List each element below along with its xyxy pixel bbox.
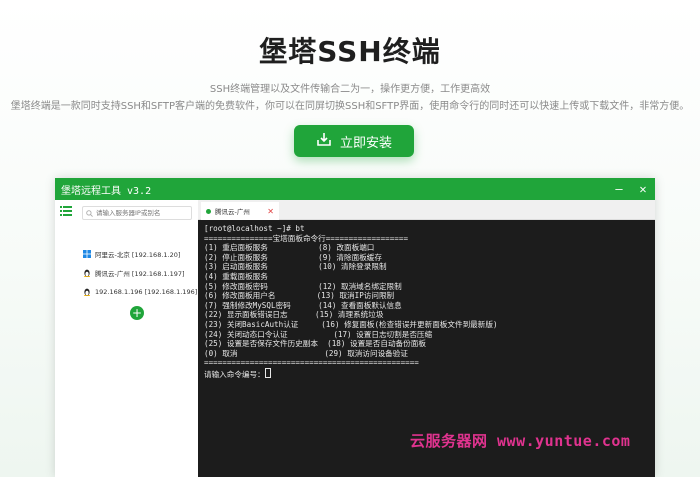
terminal-line: [root@localhost ~]# bt bbox=[204, 224, 305, 233]
add-server-button[interactable]: + bbox=[130, 306, 144, 320]
terminal-line: (24) 关闭动态口令认证 (17) 设置日志切割是否压缩 bbox=[204, 329, 433, 339]
watermark: 云服务器网 www.yuntue.com bbox=[410, 432, 631, 450]
windows-icon bbox=[83, 250, 91, 258]
server-item-label: 腾讯云-广州 [192.168.1.197] bbox=[95, 270, 185, 278]
terminal-output: [root@localhost ~]# bt ===============宝塔面… bbox=[204, 224, 649, 368]
terminal-line: ========================================… bbox=[204, 358, 419, 368]
terminal-line: (7) 强制修改MySQL密码 (14) 查看面板默认信息 bbox=[204, 300, 402, 310]
minimize-button[interactable]: — bbox=[607, 178, 631, 200]
download-icon bbox=[316, 131, 332, 151]
server-item-label: 阿里云-北京 [192.168.1.20] bbox=[95, 251, 181, 259]
terminal-prompt: 请输入命令编号： bbox=[204, 369, 265, 379]
server-item[interactable]: 192.168.1.196 [192.168.1.196] bbox=[83, 284, 198, 300]
tab-bar: 腾讯云-广州 ✕ bbox=[198, 200, 655, 220]
tab-close-icon[interactable]: ✕ bbox=[267, 207, 274, 216]
page-subtitle: SSH终端管理以及文件传输合二为一，操作更方便，工作更高效 bbox=[209, 84, 491, 95]
linux-icon bbox=[84, 288, 90, 296]
title-bar: 堡塔远程工具 v3.2 — ✕ bbox=[55, 178, 655, 200]
server-item[interactable]: 阿里云-北京 [192.168.1.20] bbox=[83, 246, 195, 262]
server-list: 阿里云-北京 [192.168.1.20] 腾讯云-广州 [192.168.1.… bbox=[83, 246, 198, 303]
menu-icon[interactable] bbox=[60, 206, 72, 216]
page-title: 堡塔SSH终端 bbox=[259, 35, 441, 68]
linux-icon bbox=[84, 269, 90, 277]
terminal-line: (0) 取消 (29) 取消访问设备验证 bbox=[204, 348, 408, 358]
tab-status-dot bbox=[206, 208, 211, 214]
terminal-line: ===============宝塔面板命令行================== bbox=[204, 233, 409, 243]
terminal-line: (25) 设置是否保存文件历史副本 (18) 设置是否自动备份面板 bbox=[204, 339, 426, 349]
search-box bbox=[82, 206, 192, 220]
install-button[interactable]: 立即安装 bbox=[294, 125, 414, 157]
terminal-cursor bbox=[264, 367, 271, 378]
server-item-label: 192.168.1.196 [192.168.1.196] bbox=[95, 288, 198, 296]
page-description: 堡塔终端是一款同时支持SSH和SFTP客户端的免费软件，你可以在同屏切换SSH和… bbox=[10, 101, 690, 112]
terminal-line: (2) 停止面板服务 (9) 清除面板缓存 bbox=[204, 252, 382, 262]
terminal-line: (1) 重启面板服务 (8) 改面板端口 bbox=[204, 243, 375, 253]
terminal-line: (4) 重载面板服务 bbox=[204, 271, 268, 281]
server-panel: 阿里云-北京 [192.168.1.20] 腾讯云-广州 [192.168.1.… bbox=[77, 200, 199, 477]
tab-session[interactable]: 腾讯云-广州 ✕ bbox=[201, 202, 279, 220]
search-icon bbox=[86, 209, 93, 217]
tab-label: 腾讯云-广州 bbox=[215, 208, 250, 216]
terminal-line: (3) 启动面板服务 (10) 清除登录限制 bbox=[204, 262, 387, 272]
terminal-line: (22) 显示面板错误日志 (15) 清理系统垃圾 bbox=[204, 310, 384, 320]
server-item[interactable]: 腾讯云-广州 [192.168.1.197] bbox=[83, 265, 195, 281]
app-title: 堡塔远程工具 v3.2 bbox=[61, 185, 152, 197]
terminal-line: (5) 修改面板密码 (12) 取消域名绑定限制 bbox=[204, 281, 402, 291]
terminal-line: (6) 修改面板用户名 (13) 取消IP访问限制 bbox=[204, 291, 395, 301]
close-button[interactable]: ✕ bbox=[631, 178, 655, 200]
sidebar-icons bbox=[55, 200, 78, 477]
search-input[interactable] bbox=[96, 209, 188, 217]
install-button-label: 立即安装 bbox=[339, 135, 392, 151]
terminal-prompt-line: 请输入命令编号： bbox=[204, 367, 649, 379]
terminal-line: (23) 关闭BasicAuth认证 (16) 修复面板(检查错误并更新面板文件… bbox=[204, 319, 498, 329]
